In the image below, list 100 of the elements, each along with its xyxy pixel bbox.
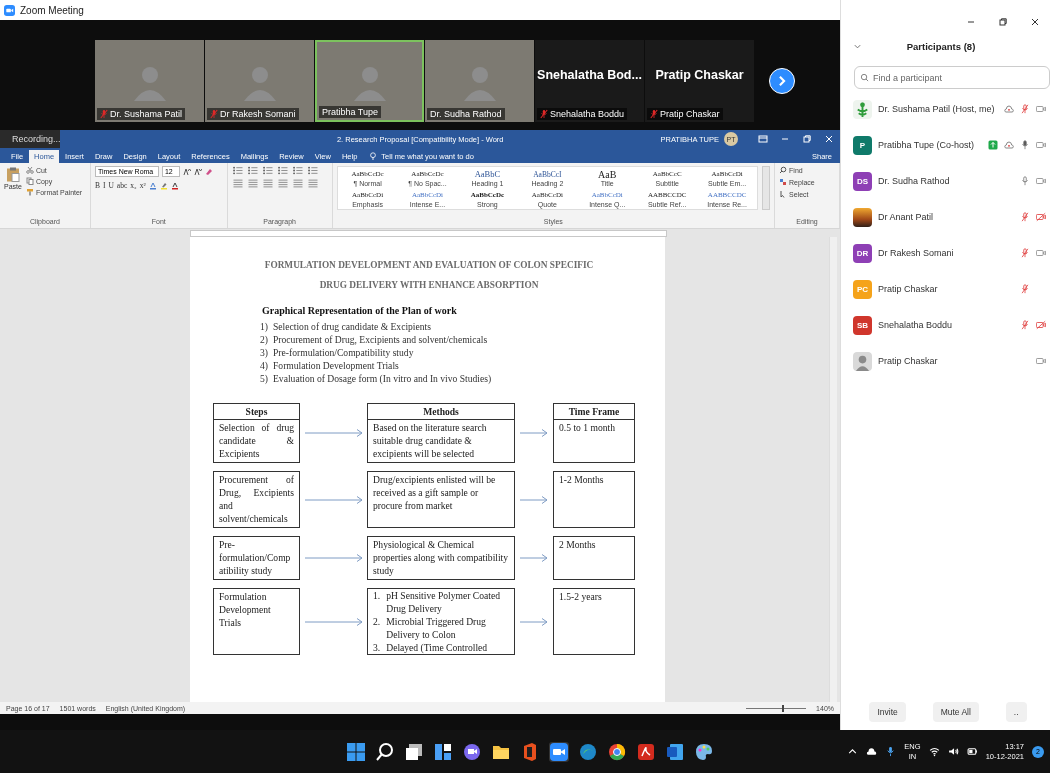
connector-arrow — [304, 428, 364, 438]
video-camera-icon[interactable] — [549, 741, 569, 762]
restore-icon[interactable] — [802, 134, 812, 144]
gallery-scrollbar[interactable] — [762, 166, 771, 210]
document-heading: DRUG DELIVERY WITH ENHANCE ABSORPTION — [318, 279, 540, 291]
battery-icon[interactable] — [966, 746, 978, 757]
shrink-font-icon[interactable] — [193, 167, 202, 176]
document-icon[interactable] — [665, 741, 685, 762]
participant-row[interactable]: Pratip Chaskar — [841, 343, 1050, 379]
search-icon[interactable] — [375, 741, 395, 762]
align-icon[interactable] — [306, 179, 319, 188]
align-icon[interactable] — [246, 179, 259, 188]
initials-avatar: DR — [853, 243, 872, 263]
align-icon[interactable] — [231, 179, 244, 188]
chat-icon[interactable] — [462, 741, 482, 762]
paintbrush-icon — [25, 188, 34, 196]
participant-row[interactable]: DR Dr Rakesh Somani — [841, 235, 1050, 271]
list-item: Selection of drug candidate & Excipients — [273, 320, 431, 333]
panel-title: Participants (8) — [905, 41, 977, 52]
list-format-icon[interactable] — [276, 166, 289, 175]
method-text: Microbial Triggered Drug Delivery to Colon — [386, 615, 487, 641]
task-view-icon[interactable] — [404, 741, 424, 762]
step-text: Selection of drug candidate & Excipients — [218, 421, 295, 461]
list-format-icon[interactable] — [246, 166, 259, 175]
ribbon-display-icon[interactable] — [758, 134, 768, 144]
font-color-icon[interactable] — [170, 181, 179, 190]
next-page-button[interactable] — [769, 68, 795, 94]
participant-name: Pratip Chaskar — [878, 284, 939, 294]
chevron-down-icon[interactable] — [853, 42, 862, 51]
list-number: 2) — [260, 333, 268, 346]
list-format-icon[interactable] — [231, 166, 244, 175]
camera-icon[interactable] — [1036, 356, 1046, 366]
participant-row[interactable]: Dr Anant Patil — [841, 199, 1050, 235]
video-camera-logo-icon — [4, 4, 15, 16]
muted-mic-icon[interactable] — [1020, 104, 1030, 114]
browser-icon[interactable] — [607, 741, 627, 762]
list-format-icon[interactable] — [306, 166, 319, 175]
camera-off-icon[interactable] — [1036, 212, 1046, 222]
align-icon[interactable] — [291, 179, 304, 188]
initials-avatar: DS — [853, 171, 872, 191]
eraser-icon[interactable] — [204, 167, 213, 176]
browser-icon[interactable] — [578, 741, 598, 762]
list-number: 3. — [373, 641, 381, 654]
participant-name: Snehalatha Boddu — [878, 320, 954, 330]
camera-icon[interactable] — [1036, 104, 1046, 114]
photo-placeholder — [853, 207, 872, 227]
paint-palette-icon[interactable] — [694, 741, 714, 762]
participant-name: Pratibha Tupe (Co-host) — [878, 140, 976, 150]
text-effects-icon[interactable] — [148, 181, 157, 190]
participant-name: Pratip Chaskar — [878, 356, 939, 366]
pdf-icon[interactable] — [636, 741, 656, 762]
wifi-icon[interactable] — [928, 746, 940, 757]
participant-row[interactable]: Dr. Sushama Patil (Host, me) — [841, 91, 1050, 127]
step-text: Procurement of Drug, Excipients and solvent/chemicals — [218, 473, 295, 526]
participant-row[interactable]: SB Snehalatha Boddu — [841, 307, 1050, 343]
clipboard-icon — [5, 166, 20, 183]
recording-label: Recording... — [12, 134, 61, 144]
panel-button[interactable]: Invite — [869, 702, 906, 722]
muted-mic-icon[interactable] — [1020, 284, 1030, 294]
panel-button[interactable]: Mute All — [932, 702, 979, 722]
cloud-icon[interactable] — [866, 746, 878, 757]
camera-off-icon[interactable] — [1036, 320, 1046, 330]
zoom-slider-thumb[interactable] — [782, 704, 785, 712]
list-format-icon[interactable] — [261, 166, 274, 175]
muted-mic-icon[interactable] — [1020, 212, 1030, 222]
widgets-icon[interactable] — [433, 741, 453, 762]
connector-arrow — [519, 428, 549, 438]
mic-icon[interactable] — [1020, 140, 1030, 150]
camera-icon[interactable] — [1036, 176, 1046, 186]
scissors-icon — [25, 166, 34, 174]
restore-icon[interactable] — [998, 17, 1008, 27]
method-text: Physiological & Chemical properties along with compatibility study — [372, 538, 510, 578]
step-text: Pre-formulation/Compatibility study — [218, 538, 292, 578]
align-icon[interactable] — [261, 179, 274, 188]
connector-arrow — [519, 494, 549, 505]
participant-name: Dr. Sudha Rathod — [878, 176, 951, 186]
align-icon[interactable] — [276, 179, 289, 188]
camera-icon[interactable] — [1036, 248, 1046, 258]
participant-row[interactable]: PC Pratip Chaskar — [841, 271, 1050, 307]
close-icon[interactable] — [1030, 17, 1040, 27]
grow-font-icon[interactable] — [182, 167, 191, 176]
list-number: 3) — [260, 346, 268, 359]
highlighter-icon[interactable] — [159, 181, 168, 190]
list-item: Procurement of Drug, Excipients and solvent/chemicals — [273, 333, 488, 346]
list-format-icon[interactable] — [291, 166, 304, 175]
participant-row[interactable]: P Pratibha Tupe (Co-host) — [841, 127, 1050, 163]
speaker-icon[interactable] — [947, 746, 959, 757]
participant-row[interactable]: DS Dr. Sudha Rathod — [841, 163, 1050, 199]
time-frame-text: 2 Months — [558, 538, 597, 552]
search-field[interactable]: Find a participant — [854, 66, 1050, 89]
windows-logo-icon[interactable] — [346, 741, 366, 762]
list-number: 1) — [260, 320, 268, 333]
muted-mic-icon[interactable] — [1020, 320, 1030, 330]
panel-button[interactable]: .. — [1005, 702, 1027, 722]
recording-indicator[interactable]: Recording... — [0, 130, 60, 148]
muted-mic-icon[interactable] — [1020, 248, 1030, 258]
camera-icon[interactable] — [1036, 140, 1046, 150]
time-frame-text: 1.5-2 years — [558, 590, 603, 604]
list-item: Formulation Development Trials — [273, 359, 399, 372]
column-header: Steps — [214, 404, 299, 420]
